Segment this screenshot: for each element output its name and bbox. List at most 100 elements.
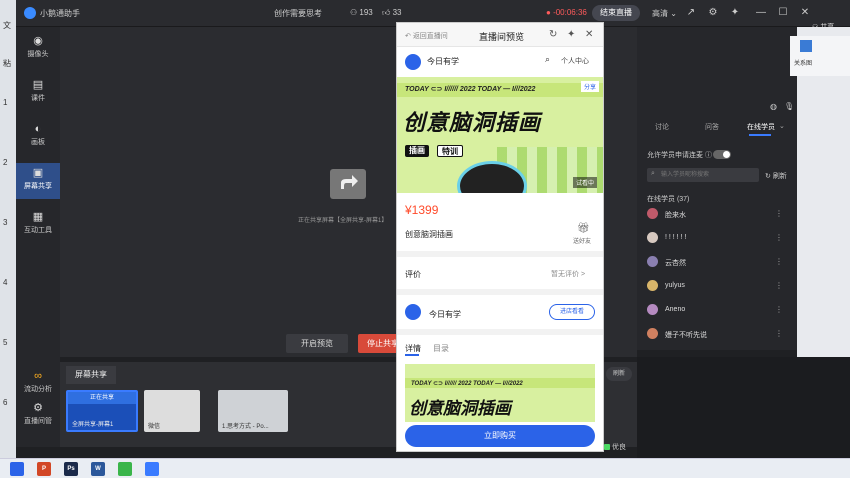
ppt-slide-number[interactable]: 5: [3, 338, 7, 347]
share-link-icon[interactable]: ↗: [684, 6, 698, 20]
student-list-item[interactable]: Aneno ⋮: [647, 302, 787, 318]
quality-select[interactable]: 高清 ⌄: [652, 8, 677, 19]
tab-catalog[interactable]: 目录: [433, 343, 449, 354]
review-link[interactable]: 暂无评价 >: [551, 269, 585, 279]
windows-taskbar: P Ps W: [0, 458, 850, 478]
more-options-icon[interactable]: ⋮: [775, 329, 783, 338]
student-name: 脸来水: [665, 212, 686, 219]
powerpoint-icon[interactable]: P: [37, 462, 51, 476]
end-live-button[interactable]: 结束直播: [592, 5, 640, 21]
people-count-value: 193: [359, 8, 373, 17]
ppt-ribbon-label: 关系图: [794, 61, 813, 67]
ppt-slide-number[interactable]: 4: [3, 278, 7, 287]
tab-underline: [749, 134, 771, 136]
tool-courseware[interactable]: ▤ 课件: [16, 79, 60, 103]
share-source-thumb[interactable]: 正在共享 全屏共享-屏幕1: [66, 390, 138, 432]
ppt-letter: 粘: [3, 59, 11, 68]
pin-icon[interactable]: ✦: [567, 29, 575, 40]
refresh-students-label: 刷新: [772, 173, 787, 180]
enter-shop-button[interactable]: 进店看看: [549, 304, 595, 320]
share-source-thumb[interactable]: 微信: [144, 390, 200, 432]
quality-value: 高清: [652, 9, 668, 18]
more-options-icon[interactable]: ⋮: [775, 233, 783, 242]
gear-icon[interactable]: ⚙: [706, 6, 720, 20]
chevron-down-icon[interactable]: ⌄: [779, 122, 785, 130]
more-options-icon[interactable]: ⋮: [775, 305, 783, 314]
back-arrow-icon: ↶: [405, 33, 413, 40]
student-search-input[interactable]: [647, 168, 759, 182]
ppt-ribbon-item[interactable]: 关系图: [790, 36, 850, 76]
tool-label: 直播间管: [24, 418, 52, 425]
xiaoetong-icon[interactable]: [145, 462, 159, 476]
maximize-icon[interactable]: ☐: [776, 6, 790, 20]
user-center-link[interactable]: 个人中心: [561, 56, 589, 66]
banner-tag: 特训: [437, 145, 463, 157]
ppt-slide-number[interactable]: 6: [3, 398, 7, 407]
thumbs-up-icon: 👍︎: [382, 8, 393, 17]
student-name: ! ! ! ! ! !: [665, 234, 687, 241]
shop-header: 今日有学 ⌕ 个人中心: [397, 51, 603, 73]
tab-online-students[interactable]: 在线学员: [747, 122, 775, 132]
search-icon[interactable]: ⌕: [545, 54, 550, 65]
banner-title: 创意脑洞插画: [409, 399, 511, 418]
close-icon[interactable]: ✕: [585, 29, 593, 40]
tool-room-manage[interactable]: ⚙ 直播间管: [16, 402, 60, 426]
student-list-item[interactable]: ! ! ! ! ! ! ⋮: [647, 230, 787, 246]
photoshop-icon[interactable]: Ps: [64, 462, 78, 476]
brand-logo-icon: [405, 54, 421, 70]
student-list-item[interactable]: 脸来水 ⋮: [647, 206, 787, 222]
windows-start-icon[interactable]: [10, 462, 24, 476]
right-bottom-area: [637, 357, 850, 458]
tool-flow-analysis[interactable]: ∞ 流动分析: [16, 370, 60, 394]
tool-whiteboard[interactable]: ◐ 画板: [16, 123, 60, 147]
divider: [397, 289, 603, 295]
minimize-icon[interactable]: —: [754, 6, 768, 20]
buy-now-button[interactable]: 立即购买: [405, 425, 595, 447]
gift-icon[interactable]: 🎁︎: [577, 223, 590, 234]
ppt-slide-number[interactable]: 2: [3, 158, 7, 167]
trial-badge: 试看中: [572, 177, 597, 188]
tool-camera[interactable]: ◉ 摄像头: [16, 35, 60, 59]
review-label: 评价: [405, 270, 421, 279]
more-options-icon[interactable]: ⋮: [775, 257, 783, 266]
share-source-thumb[interactable]: 1.思考方式 - Po...: [218, 390, 288, 432]
palette-icon: ◐: [34, 123, 42, 135]
like-count-value: 33: [392, 8, 402, 17]
student-name: Aneno: [665, 306, 686, 313]
allow-connect-toggle[interactable]: [713, 150, 731, 159]
more-options-icon[interactable]: ⋮: [775, 281, 783, 290]
more-options-icon[interactable]: ⋮: [775, 209, 783, 218]
refresh-students-button[interactable]: ↻ 刷新: [765, 171, 787, 181]
pin-icon[interactable]: ✦: [728, 6, 742, 20]
share-tag[interactable]: 分享: [580, 81, 599, 92]
back-link-label: 返回直播间: [412, 33, 448, 40]
wechat-icon[interactable]: [118, 462, 132, 476]
people-count: ⚇ 193: [350, 8, 373, 17]
ppt-slide-number[interactable]: 1: [3, 98, 7, 107]
right-top-area: [637, 27, 797, 110]
tool-screen-share[interactable]: ▣ 屏幕共享: [16, 163, 60, 199]
student-list-item[interactable]: yulyus ⋮: [647, 278, 787, 294]
refresh-icon[interactable]: ↻: [549, 29, 557, 40]
student-list-item[interactable]: 嫚子不听先说 ⋮: [647, 326, 787, 342]
tab-detail[interactable]: 详情: [405, 343, 421, 354]
tool-label: 流动分析: [24, 386, 52, 393]
course-title: 创作需要思考: [274, 9, 322, 18]
ppt-slide-number[interactable]: 3: [3, 218, 7, 227]
banner-today-text: TODAY ⊂⊃ I////// 2022 TODAY — I///2022: [411, 381, 523, 387]
flow-icon: ∞: [34, 370, 42, 382]
tool-interactive[interactable]: ▦ 互动工具: [16, 211, 60, 235]
product-name: 创意脑洞插画: [405, 230, 453, 239]
share-status-text: 正在共享屏幕【全屏共享-屏幕1】: [298, 218, 388, 224]
refresh-sources-button[interactable]: 刷新: [606, 367, 632, 381]
start-preview-button[interactable]: 开启预览: [286, 334, 348, 353]
avatar: [647, 280, 658, 291]
tab-discussion[interactable]: 讨论: [655, 122, 669, 132]
close-icon[interactable]: ✕: [798, 6, 812, 20]
word-icon[interactable]: W: [91, 462, 105, 476]
student-list-item[interactable]: 云杏然 ⋮: [647, 254, 787, 270]
tab-screen-share[interactable]: 屏幕共享: [66, 366, 116, 384]
gift-label[interactable]: 送好友: [573, 236, 591, 245]
back-to-live-link[interactable]: ↶ 返回直播间: [405, 31, 448, 41]
tab-qa[interactable]: 问答: [705, 122, 719, 132]
